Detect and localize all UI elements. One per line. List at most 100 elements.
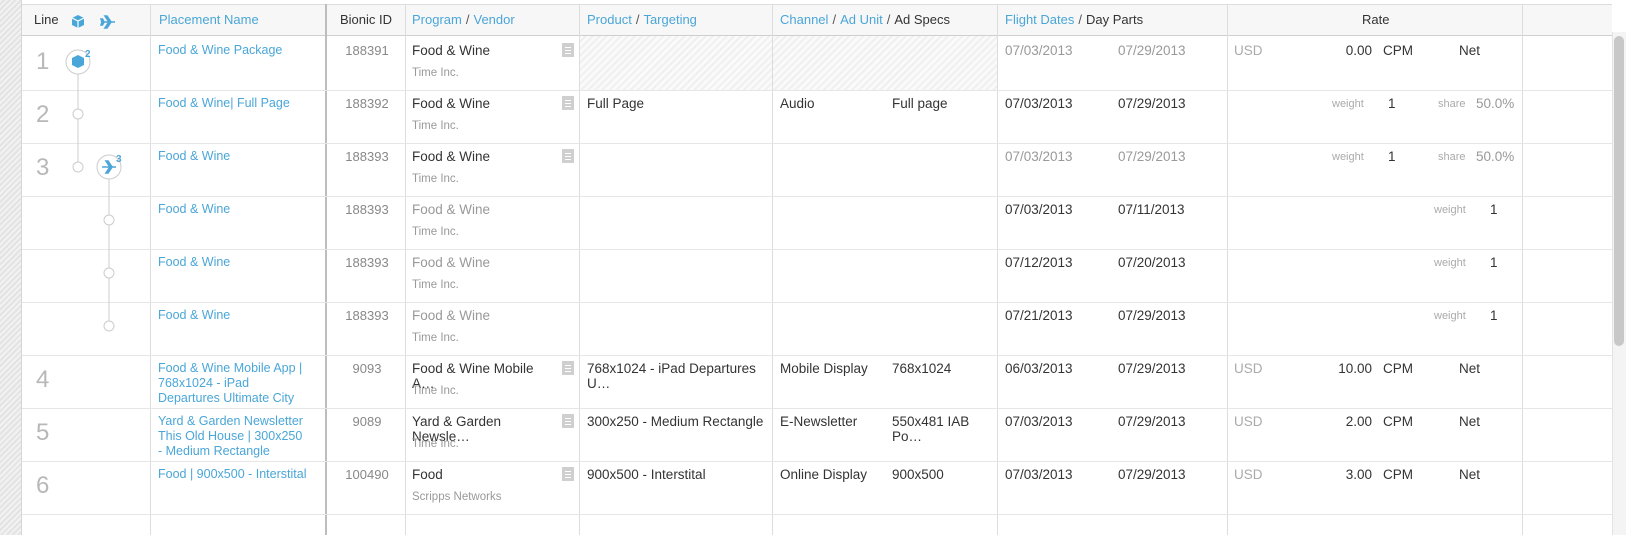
weight-value[interactable]: 1 [1490,308,1498,323]
document-icon[interactable] [562,43,574,57]
rate-basis: Net [1459,361,1481,376]
header-slash: / [1078,12,1082,27]
table-row[interactable]: 4 Food & Wine Mobile App | 768x1024 - iP… [22,354,1612,409]
flight-end-date: 07/29/2013 [1118,308,1186,323]
line-number: 5 [36,419,50,446]
placement-name-link[interactable]: Food & Wine Mobile App | 768x1024 - iPad… [158,361,308,406]
flight-end-date: 07/29/2013 [1118,43,1186,58]
channel-name: Audio [780,96,815,111]
program-name: Food & Wine [412,202,491,217]
placement-name-link[interactable]: Yard & Garden Newsletter This Old House … [158,414,308,459]
flight-dates-sort-link[interactable]: Flight Dates [1005,12,1074,27]
bionic-id: 9089 [352,414,382,429]
header-slash: / [635,12,640,27]
weight-label: weight [1332,151,1364,163]
weight-value[interactable]: 1 [1388,96,1396,111]
channel-sort-link[interactable]: Channel [780,12,828,27]
package-icon[interactable] [70,11,86,31]
flight-start-date: 07/03/2013 [1005,414,1073,429]
targeting-sort-link[interactable]: Targeting [643,12,696,27]
weight-value[interactable]: 1 [1490,255,1498,270]
flight-end-date: 07/20/2013 [1118,255,1186,270]
col-line-header[interactable]: Line [34,5,59,36]
bionic-id: 188391 [345,43,389,58]
table-row[interactable]: Food & Wine 188393 Food & Wine Time Inc.… [22,195,1612,250]
weight-value[interactable]: 1 [1388,149,1396,164]
flight-start-date: 07/03/2013 [1005,43,1073,58]
vendor-name: Time Inc. [412,332,459,344]
col-placement-name-header[interactable]: Placement Name [159,5,259,36]
program-sort-link[interactable]: Program [412,12,462,27]
ad-spec: 768x1024 [892,361,952,376]
vendor-name: Time Inc. [412,226,459,238]
placement-name-link[interactable]: Food & Wine [158,202,308,217]
document-icon[interactable] [562,414,574,428]
line-number: 4 [36,366,50,393]
program-name: Food & Wine [412,255,491,270]
product-sort-link[interactable]: Product [587,12,632,27]
vendor-name: Time Inc. [412,279,459,291]
vendor-name: Scripps Networks [412,491,502,503]
table-row[interactable]: 1 Food & Wine Package 188391 Food & Wine… [22,36,1612,91]
weight-value[interactable]: 1 [1490,202,1498,217]
flight-end-date: 07/29/2013 [1118,414,1186,429]
weight-label: weight [1434,257,1466,269]
col-rate-header[interactable]: Rate [1362,5,1389,36]
ad-spec: 900x500 [892,467,944,482]
airplane-icon[interactable] [99,11,116,31]
placement-name-link[interactable]: Food & Wine [158,308,308,323]
table-row[interactable]: 2 Food & Wine| Full Page 188392 Food & W… [22,89,1612,144]
channel-name: E-Newsletter [780,414,858,429]
flight-start-date: 07/03/2013 [1005,96,1073,111]
weight-label: weight [1434,204,1466,216]
currency: USD [1234,43,1263,58]
channel-name: Mobile Display [780,361,868,376]
rate-type: CPM [1383,467,1413,482]
empty-cell-hatch [773,36,997,90]
header-slash: / [465,12,470,27]
placement-name-link[interactable]: Food & Wine [158,149,308,164]
currency: USD [1234,361,1263,376]
flight-start-date: 07/12/2013 [1005,255,1073,270]
placement-name-link[interactable]: Food & Wine [158,255,308,270]
table-row[interactable]: Food & Wine 188393 Food & Wine Time Inc.… [22,301,1612,356]
currency: USD [1234,467,1263,482]
ad-unit-sort-link[interactable]: Ad Unit [840,12,883,27]
document-icon[interactable] [562,149,574,163]
vendor-name: Time Inc. [412,438,459,450]
product-name: 900x500 - Interstital [587,467,706,482]
flight-end-date: 07/29/2013 [1118,149,1186,164]
share-label: share [1438,98,1466,110]
bionic-id: 188393 [345,255,389,270]
bionic-id: 188393 [345,202,389,217]
table-row[interactable]: Food & Wine 188393 Food & Wine Time Inc.… [22,248,1612,303]
table-row[interactable]: 3 Food & Wine 188393 Food & Wine Time In… [22,142,1612,197]
placement-name-link[interactable]: Food & Wine| Full Page [158,96,308,111]
col-flight-dates-header: Flight Dates / Day Parts [1005,5,1143,36]
share-value: 50.0% [1476,96,1515,111]
weight-label: weight [1434,310,1466,322]
channel-name: Online Display [780,467,868,482]
product-name: 768x1024 - iPad Departures U… [587,361,756,391]
ad-specs-label: Ad Specs [894,12,950,27]
program-name: Food [412,467,443,482]
flight-end-date: 07/11/2013 [1118,202,1185,217]
flight-start-date: 07/03/2013 [1005,202,1073,217]
product-name: Full Page [587,96,645,111]
table-row[interactable]: 6 Food | 900x500 - Interstital 100490 Fo… [22,460,1612,515]
vertical-scrollbar-thumb[interactable] [1614,36,1624,346]
placement-name-link[interactable]: Food | 900x500 - Interstital [158,467,308,482]
rate-basis: Net [1459,43,1481,58]
bionic-id: 188393 [345,308,389,323]
placement-name-link[interactable]: Food & Wine Package [158,43,308,58]
document-icon[interactable] [562,96,574,110]
weight-label: weight [1332,98,1364,110]
col-bionic-id-header[interactable]: Bionic ID [340,5,392,36]
rate-type: CPM [1383,414,1413,429]
rate-basis: Net [1459,414,1481,429]
left-gutter [0,0,22,535]
table-row[interactable]: 5 Yard & Garden Newsletter This Old Hous… [22,407,1612,462]
document-icon[interactable] [562,361,574,375]
document-icon[interactable] [562,467,574,481]
vendor-sort-link[interactable]: Vendor [473,12,514,27]
